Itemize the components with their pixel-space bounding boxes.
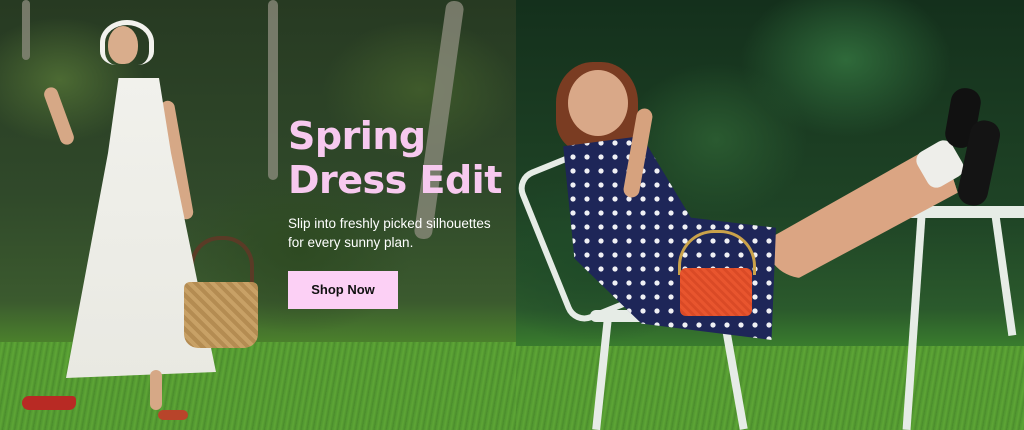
- lawn: [516, 346, 1024, 430]
- model-arm: [42, 85, 76, 147]
- hero-banner: Spring Dress Edit Slip into freshly pick…: [0, 0, 1024, 430]
- headline-line: Spring: [288, 114, 426, 158]
- hero-headline: Spring Dress Edit: [288, 114, 502, 202]
- subcopy-line: Slip into freshly picked silhouettes: [288, 216, 491, 231]
- hero-subcopy: Slip into freshly picked silhouettes for…: [288, 214, 498, 252]
- straw-basket-bag: [184, 282, 258, 348]
- red-flat-shoe: [158, 410, 188, 420]
- model-head: [108, 26, 138, 64]
- headline-line: Dress Edit: [288, 158, 502, 202]
- subcopy-line: for every sunny plan.: [288, 235, 414, 250]
- orange-handbag: [680, 268, 752, 316]
- hero-copy: Spring Dress Edit Slip into freshly pick…: [288, 114, 502, 309]
- shop-now-button[interactable]: Shop Now: [288, 271, 398, 309]
- model-leg: [150, 370, 162, 410]
- model-head: [568, 70, 628, 136]
- tree-trunk: [268, 0, 278, 180]
- tree-trunk: [22, 0, 30, 60]
- red-flat-shoe: [22, 396, 76, 410]
